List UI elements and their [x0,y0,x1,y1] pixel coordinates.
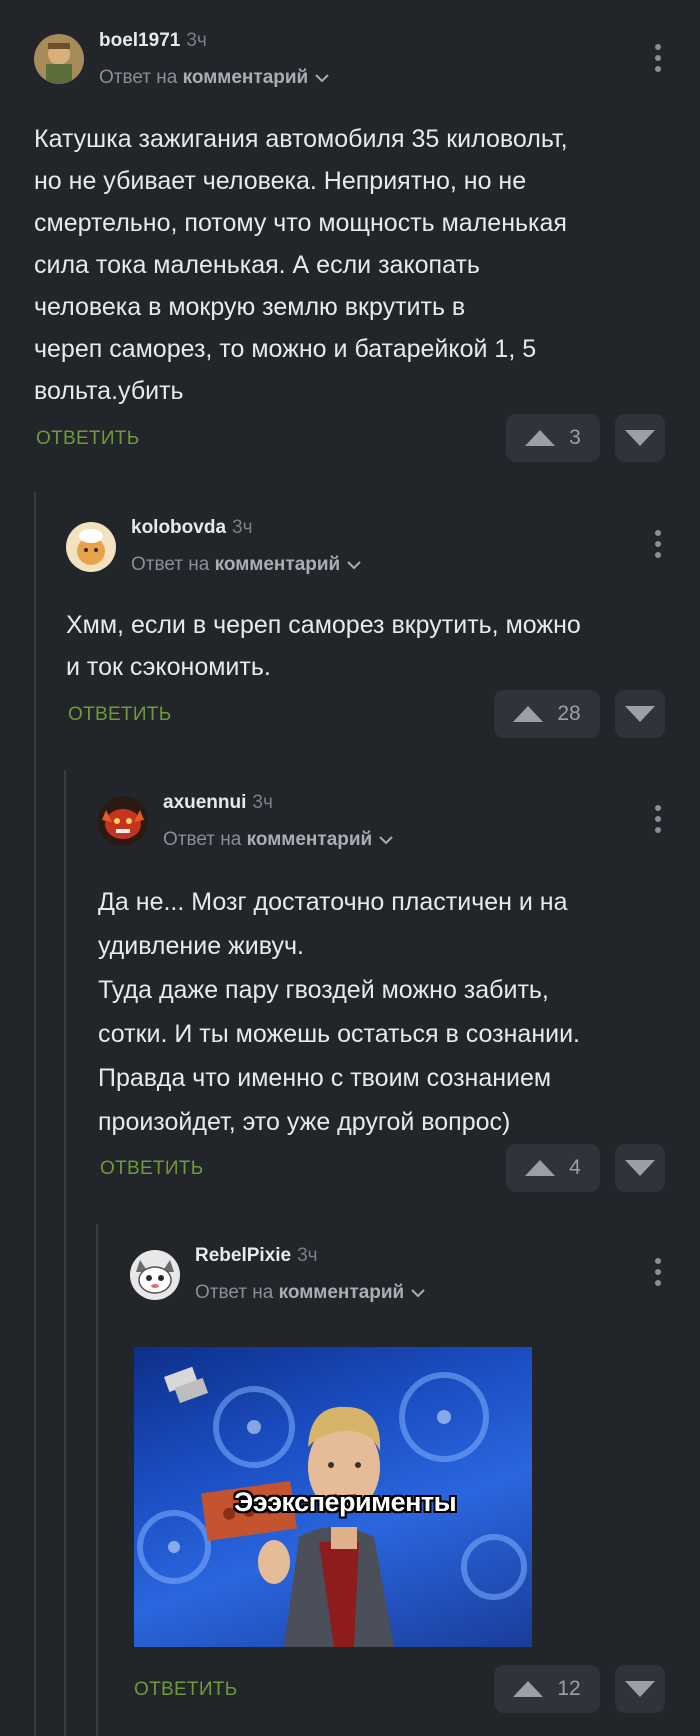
comment-time: 3ч [232,517,253,538]
rating-count: 28 [557,702,581,725]
thread-line-level-2 [64,770,66,1736]
upvote-button[interactable]: 12 [494,1665,600,1713]
reply-button[interactable]: ОТВЕТИТЬ [100,1158,203,1180]
rating-count: 4 [569,1156,581,1179]
upvote-button[interactable]: 4 [506,1144,600,1192]
avatar[interactable] [98,796,148,846]
arrow-up-icon [525,1160,556,1176]
comment-text: Хмм, если в череп саморез вкрутить, можн… [66,611,581,681]
comment-time: 3ч [186,30,207,51]
comment-text: Катушка зажигания автомобиля 35 киловоль… [34,125,568,405]
more-options-icon[interactable] [648,1254,668,1290]
chevron-down-icon [315,74,329,83]
thread-line-level-1 [34,492,36,1736]
username[interactable]: boel1971 3ч [99,30,207,52]
arrow-down-icon [625,1681,655,1697]
arrow-up-icon [513,706,544,722]
rating-count: 3 [569,426,581,449]
reply-to-link[interactable]: Ответ на комментарий [99,67,330,89]
more-options-icon[interactable] [648,801,668,837]
rating-count: 12 [557,1677,581,1700]
reply-to-link[interactable]: Ответ на комментарий [131,554,362,576]
reply-to-link[interactable]: Ответ на комментарий [195,1282,426,1304]
avatar[interactable] [66,522,116,572]
arrow-down-icon [625,706,655,722]
avatar[interactable] [34,34,84,84]
upvote-button[interactable]: 28 [494,690,600,738]
image-caption: Эээксперименты [234,1487,457,1517]
arrow-up-icon [525,430,556,446]
chevron-down-icon [347,561,361,570]
arrow-down-icon [625,430,655,446]
comment-time: 3ч [297,1245,318,1266]
reply-button[interactable]: ОТВЕТИТЬ [68,704,171,726]
more-options-icon[interactable] [648,40,668,76]
comment-time: 3ч [252,792,273,813]
reply-to-link[interactable]: Ответ на комментарий [163,829,394,851]
upvote-button[interactable]: 3 [506,414,600,462]
reply-button[interactable]: ОТВЕТИТЬ [134,1679,237,1701]
arrow-down-icon [625,1160,655,1176]
thread-line-level-3 [96,1224,98,1736]
chevron-down-icon [379,836,393,845]
more-options-icon[interactable] [648,526,668,562]
comment-text: Да не... Мозг достаточно пластичен и на … [98,888,580,1136]
username[interactable]: RebelPixie 3ч [195,1245,318,1267]
chevron-down-icon [411,1289,425,1298]
downvote-button[interactable] [615,1144,665,1192]
downvote-button[interactable] [615,414,665,462]
username[interactable]: axuennui 3ч [163,792,273,814]
arrow-up-icon [513,1681,544,1697]
avatar[interactable] [130,1250,180,1300]
reply-button[interactable]: ОТВЕТИТЬ [36,428,139,450]
downvote-button[interactable] [615,690,665,738]
comment-image[interactable]: Эээксперименты [134,1347,532,1647]
username[interactable]: kolobovda 3ч [131,517,252,539]
downvote-button[interactable] [615,1665,665,1713]
